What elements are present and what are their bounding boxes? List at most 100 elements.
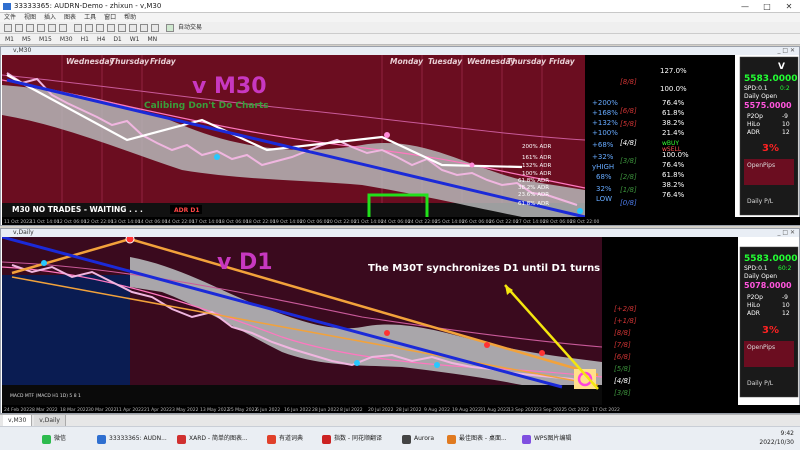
- tab-m30[interactable]: v,M30: [3, 415, 33, 426]
- d1-macd-strip: [2, 385, 602, 405]
- svg-text:18 Oct 06:00: 18 Oct 06:00: [219, 219, 248, 225]
- timeframe-d1[interactable]: D1: [110, 34, 124, 44]
- day-label: Monday: [390, 57, 424, 66]
- vertical-line-icon[interactable]: [96, 24, 104, 32]
- d1-marker: [125, 237, 135, 244]
- menu-insert[interactable]: 插入: [44, 13, 56, 22]
- menu-window[interactable]: 窗口: [104, 13, 116, 22]
- close-button[interactable]: ✕: [778, 0, 800, 13]
- timeframe-m15[interactable]: M15: [36, 34, 55, 44]
- svg-text:61.8% ADR: 61.8% ADR: [518, 178, 549, 184]
- timeframe-m1[interactable]: M1: [2, 34, 17, 44]
- svg-text:[3/8]: [3/8]: [614, 389, 631, 397]
- ths-icon: [322, 435, 331, 444]
- task-wechat[interactable]: 微信: [40, 430, 66, 448]
- m30-info-daily-val: 5575.0000: [744, 101, 792, 110]
- windows-taskbar: 微信 33333365: AUDN... XARD - 简单的图表... 有道词…: [0, 426, 800, 450]
- m30-info-icon: V: [778, 62, 785, 72]
- profiles-icon[interactable]: [15, 24, 23, 32]
- svg-text:23.6% ADR: 23.6% ADR: [518, 192, 549, 198]
- trendline-icon[interactable]: [118, 24, 126, 32]
- data-window-icon[interactable]: [37, 24, 45, 32]
- svg-text:11 Oct 14:00: 11 Oct 14:00: [30, 219, 59, 225]
- menu-file[interactable]: 文件: [4, 13, 16, 22]
- task-wps[interactable]: WPS图片编辑: [520, 430, 571, 448]
- d1-marker: [484, 342, 490, 348]
- autotrade-icon[interactable]: [166, 24, 174, 32]
- svg-text:19 Oct 14:00: 19 Oct 14:00: [273, 219, 302, 225]
- svg-text:[1/8]: [1/8]: [620, 186, 637, 194]
- task-mt4[interactable]: 33333365: AUDN...: [95, 430, 167, 448]
- autotrade-button[interactable]: 自动交易: [178, 22, 202, 34]
- svg-text:+132%: +132%: [592, 119, 618, 127]
- task-screenshot[interactable]: 最佳图表 - 桌面...: [445, 430, 507, 448]
- timeframe-m5[interactable]: M5: [19, 34, 34, 44]
- crosshair-icon[interactable]: [85, 24, 93, 32]
- channel-icon[interactable]: [129, 24, 137, 32]
- market-watch-icon[interactable]: [26, 24, 34, 32]
- d1-window-title: v,Daily: [1, 229, 799, 237]
- svg-text:76.4%: 76.4%: [662, 161, 685, 169]
- svg-text:5 Oct 2022: 5 Oct 2022: [564, 407, 589, 413]
- cursor-icon[interactable]: [74, 24, 82, 32]
- task-youdao[interactable]: 有道词典: [265, 430, 303, 448]
- d1-info-daily-val: 5078.0000: [744, 281, 792, 290]
- mt4-terminal: 33333365: AUDRN-Demo - zhixun - v,M30 — …: [0, 0, 800, 450]
- menu-help[interactable]: 帮助: [124, 13, 136, 22]
- svg-text:[0/8]: [0/8]: [620, 199, 637, 207]
- fibonacci-icon[interactable]: [140, 24, 148, 32]
- timeframe-h4[interactable]: H4: [94, 34, 108, 44]
- m30-adr-tag: ADR D1: [174, 207, 200, 214]
- terminal-icon[interactable]: [59, 24, 67, 32]
- menu-view[interactable]: 视图: [24, 13, 36, 22]
- timeframe-m30[interactable]: M30: [57, 34, 76, 44]
- navigator-icon[interactable]: [48, 24, 56, 32]
- d1-blue-zone: [2, 275, 130, 385]
- day-label: Thursday: [507, 57, 547, 66]
- svg-text:30 Mar 2022: 30 Mar 2022: [88, 407, 117, 413]
- timeframe-toolbar: M1 M5 M15 M30 H1 H4 D1 W1 MN: [0, 34, 800, 45]
- d1-chart[interactable]: v D1 The M30T synchronizes D1 until D1 t…: [2, 237, 800, 413]
- clock-time: 9:42: [780, 430, 794, 437]
- window-controls: — □ ✕: [734, 0, 800, 13]
- d1-window-controls[interactable]: _ □ ✕: [777, 229, 795, 237]
- svg-text:12 Oct 22:00: 12 Oct 22:00: [84, 219, 113, 225]
- system-clock[interactable]: 9:42 2022/10/30: [759, 429, 794, 447]
- svg-text:27 Oct 14:00: 27 Oct 14:00: [516, 219, 545, 225]
- minimize-button[interactable]: —: [734, 0, 756, 13]
- m30-info-daily-open: Daily Open: [744, 93, 777, 100]
- svg-text:200% ADR: 200% ADR: [522, 144, 551, 150]
- horizontal-line-icon[interactable]: [107, 24, 115, 32]
- menu-charts[interactable]: 图表: [64, 13, 76, 22]
- tab-daily[interactable]: v,Daily: [34, 415, 66, 426]
- m30-window-controls[interactable]: _ □ ✕: [777, 47, 795, 55]
- svg-text:+100%: +100%: [592, 129, 618, 137]
- svg-text:21.4%: 21.4%: [662, 129, 685, 137]
- text-icon[interactable]: [151, 24, 159, 32]
- new-chart-icon[interactable]: [4, 24, 12, 32]
- menu-tools[interactable]: 工具: [84, 13, 96, 22]
- svg-text:12: 12: [782, 129, 790, 136]
- svg-text:24 Oct 22:00: 24 Oct 22:00: [408, 219, 437, 225]
- svg-text:25 Oct 14:00: 25 Oct 14:00: [435, 219, 464, 225]
- m30-big-label: v M30: [192, 74, 267, 99]
- svg-text:[8/8]: [8/8]: [614, 329, 631, 337]
- svg-text:61.8%: 61.8%: [662, 109, 685, 117]
- task-xard[interactable]: XARD - 简单的图表...: [175, 430, 248, 448]
- d1-marker: [539, 350, 545, 356]
- svg-text:28 Jun 2022: 28 Jun 2022: [312, 407, 339, 413]
- task-aurora[interactable]: Aurora: [400, 430, 434, 448]
- timeframe-h1[interactable]: H1: [78, 34, 92, 44]
- maximize-button[interactable]: □: [756, 0, 778, 13]
- d1-big-label: v D1: [217, 250, 273, 275]
- svg-text:38.2%: 38.2%: [662, 119, 685, 127]
- d1-info-spd: SPD:0.1: [744, 265, 768, 272]
- timeframe-mn[interactable]: MN: [145, 34, 161, 44]
- task-ths[interactable]: 指数 - 同花顺翻译: [320, 430, 382, 448]
- svg-text:18 Mar 2022: 18 Mar 2022: [60, 407, 89, 413]
- m30-chart[interactable]: Wednesday Thursday Friday Monday Tuesday…: [2, 55, 800, 225]
- svg-text:17 Oct 14:00: 17 Oct 14:00: [192, 219, 221, 225]
- timeframe-w1[interactable]: W1: [127, 34, 143, 44]
- svg-text:[+2/8]: [+2/8]: [614, 305, 637, 313]
- svg-text:17 Oct 2022: 17 Oct 2022: [592, 407, 620, 413]
